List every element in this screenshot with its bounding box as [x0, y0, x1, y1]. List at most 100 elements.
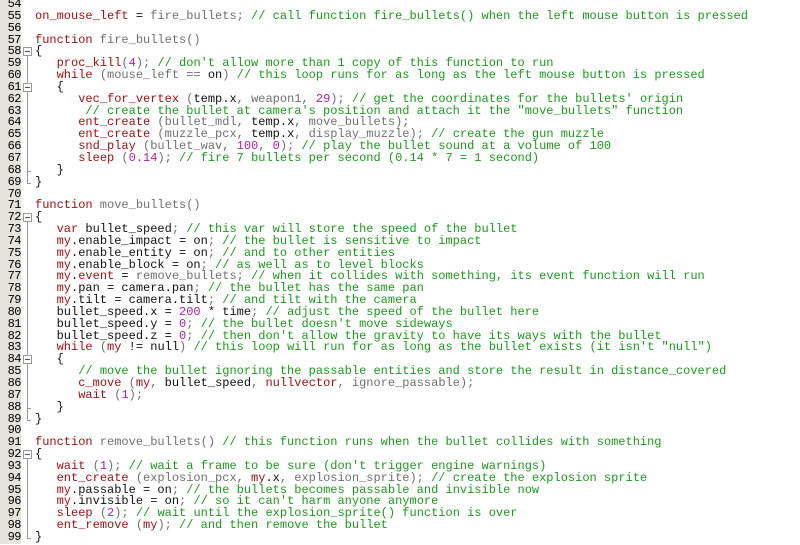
keyword-token: on_mouse_left	[35, 8, 129, 23]
keyword-token: wait	[78, 387, 108, 402]
comment-token: // call function fire_bullets() when the…	[243, 8, 748, 23]
code-editor[interactable]: 54 55 on_mouse_left = fire_bullets; // cal…	[0, 0, 800, 544]
code-token: on	[207, 68, 223, 83]
identifier-token: (	[128, 518, 144, 533]
comment-token: // this loop will run for as long as the…	[186, 340, 712, 355]
code-token: bullet_speed	[164, 376, 252, 390]
code-token: }	[35, 411, 43, 426]
fold-collapse-icon[interactable]	[21, 212, 33, 225]
code-line[interactable]: 83 while (my != null) // this loop will …	[0, 340, 800, 355]
identifier-token: fire_bullets;	[150, 8, 244, 23]
fold-gutter	[21, 23, 33, 35]
keyword-token: my	[143, 518, 158, 533]
fold-collapse-icon[interactable]	[21, 46, 33, 59]
fold-gutter	[21, 11, 33, 23]
comment-token: // and then remove the bullet	[171, 518, 388, 533]
keyword-token: sleep	[78, 150, 115, 165]
identifier-token: remove_bullets()	[92, 435, 216, 450]
code-text: sleep (0.14); // fire 7 bullets per seco…	[35, 150, 540, 165]
code-token: }	[35, 174, 43, 189]
fold-guide	[21, 472, 33, 485]
code-line[interactable]: 87 wait (1);	[0, 387, 800, 402]
identifier-token: fire_bullets()	[92, 32, 201, 47]
fold-guide	[21, 330, 33, 343]
fold-guide	[21, 484, 33, 497]
fold-guide	[21, 235, 33, 248]
code-text: function remove_bullets() // this functi…	[35, 435, 662, 450]
fold-guide	[21, 224, 33, 237]
fold-guide	[21, 259, 33, 272]
fold-guide	[21, 283, 33, 296]
fold-end-marker	[21, 176, 33, 189]
code-text: on_mouse_left = fire_bullets; // call fu…	[35, 8, 748, 23]
fold-guide	[21, 117, 33, 130]
code-line[interactable]: 71 function move_bullets()	[0, 198, 800, 213]
fold-collapse-icon[interactable]	[21, 81, 33, 94]
code-text: function fire_bullets()	[35, 32, 201, 47]
comment-token: // fire 7 bullets per second (0.14 * 7 =…	[171, 150, 540, 165]
identifier-token: (	[92, 340, 108, 355]
keyword-token: function	[35, 32, 93, 47]
code-line[interactable]: 67 sleep (0.14); // fire 7 bullets per s…	[0, 150, 800, 165]
fold-guide	[21, 508, 33, 521]
code-text: while (mouse_left == on) // this loop ru…	[35, 68, 705, 83]
code-line[interactable]: 60 while (mouse_left == on) // this loop…	[0, 68, 800, 83]
fold-end-marker	[21, 531, 33, 544]
fold-gutter	[21, 0, 33, 11]
fold-guide	[21, 93, 33, 106]
fold-guide	[21, 342, 33, 355]
identifier-token: );	[128, 387, 144, 402]
fold-guide	[21, 378, 33, 390]
fold-gutter	[21, 425, 33, 437]
fold-end-marker	[21, 164, 33, 177]
code-line[interactable]: 91 function remove_bullets() // this func…	[0, 435, 800, 450]
identifier-token: (	[107, 387, 122, 402]
code-line[interactable]: 57 function fire_bullets()	[0, 32, 800, 47]
code-text: }	[35, 529, 43, 544]
code-line[interactable]: 55 on_mouse_left = fire_bullets; // call …	[0, 8, 800, 23]
identifier-token: );	[157, 150, 172, 165]
comment-token: // this loop runs for as long as the lef…	[229, 68, 705, 83]
keyword-token: nullvector	[265, 376, 338, 390]
code-line[interactable]: 69}	[0, 174, 800, 189]
keyword-token: function	[35, 435, 93, 450]
fold-guide	[21, 389, 33, 402]
keyword-token: ent_remove	[56, 518, 129, 533]
fold-guide	[21, 58, 33, 71]
fold-guide	[21, 247, 33, 260]
fold-guide	[21, 496, 33, 509]
identifier-token: );	[157, 518, 172, 533]
code-line[interactable]: 89}	[0, 411, 800, 426]
line-number: 99	[0, 531, 22, 544]
comment-token: // this function runs when the bullet co…	[215, 435, 662, 450]
number-token: 1	[121, 387, 129, 402]
fold-guide	[21, 366, 33, 379]
code-text: ent_remove (my); // and then remove the …	[35, 518, 388, 533]
code-token: =	[128, 8, 151, 23]
fold-guide	[21, 152, 33, 165]
code-text: }	[35, 174, 43, 189]
identifier-token: move_bullets()	[92, 198, 201, 213]
code-token: != null	[121, 340, 180, 355]
code-line[interactable]: 98 ent_remove (my); // and then remove t…	[0, 518, 800, 533]
number-token: 0.14	[128, 150, 158, 165]
fold-end-marker	[21, 401, 33, 414]
code-token: }	[35, 529, 43, 544]
fold-collapse-icon[interactable]	[21, 354, 33, 367]
identifier-token: , ignore_passable);	[337, 376, 475, 390]
code-line[interactable]: 99}	[0, 529, 800, 544]
identifier-token: ,	[251, 376, 266, 390]
fold-guide	[21, 295, 33, 308]
fold-guide	[21, 70, 33, 83]
keyword-token: my	[107, 340, 122, 355]
fold-collapse-icon[interactable]	[21, 449, 33, 462]
fold-guide	[21, 460, 33, 473]
fold-end-marker	[21, 413, 33, 426]
fold-gutter	[21, 437, 33, 449]
identifier-token: (	[114, 150, 129, 165]
identifier-token: ,	[150, 376, 165, 390]
fold-gutter	[21, 200, 33, 212]
code-line[interactable]: 88 }	[0, 401, 800, 414]
code-line[interactable]: 68 }	[0, 164, 800, 177]
fold-gutter	[21, 189, 33, 201]
